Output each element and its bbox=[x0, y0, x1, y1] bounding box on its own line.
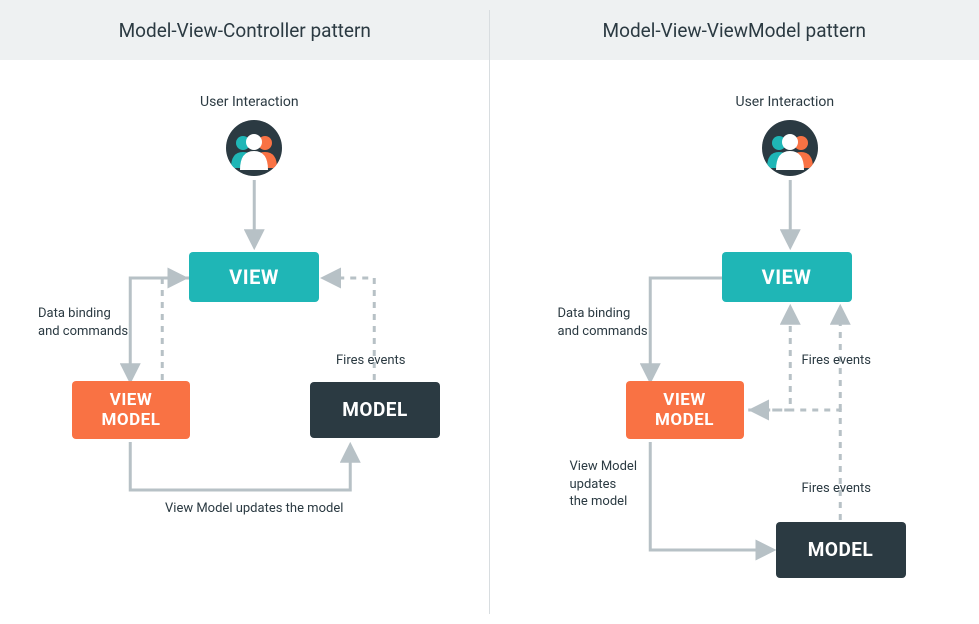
mvvm-binding-label: Data binding and commands bbox=[558, 305, 648, 340]
mvvm-panel: Model-View-ViewModel pattern bbox=[490, 0, 979, 624]
mvvm-viewmodel-box: VIEW MODEL bbox=[626, 381, 744, 439]
mvvm-diagram: User Interaction VIEW VIEW MODEL MODEL D… bbox=[490, 60, 979, 624]
mvvm-fires1-label: Fires events bbox=[802, 352, 872, 370]
mvvm-model-box: MODEL bbox=[776, 522, 906, 578]
mvvm-view-box: VIEW bbox=[722, 252, 852, 302]
mvvm-edges bbox=[490, 60, 979, 624]
mvc-user-label: User Interaction bbox=[200, 94, 299, 110]
mvc-viewmodel-box: VIEW MODEL bbox=[72, 381, 190, 439]
mvc-panel: Model-View-Controller pattern bbox=[0, 0, 490, 624]
mvc-diagram: User Interaction VIEW VIEW MODEL MODEL D… bbox=[0, 60, 490, 624]
mvc-binding-label: Data binding and commands bbox=[38, 305, 128, 340]
mvvm-updates-label: View Model updates the model bbox=[570, 458, 637, 511]
diagram-container: Model-View-Controller pattern bbox=[0, 0, 979, 624]
mvc-fires-label: Fires events bbox=[336, 352, 406, 370]
users-icon bbox=[226, 120, 282, 176]
mvvm-fires2-label: Fires events bbox=[802, 480, 872, 498]
users-icon bbox=[762, 120, 818, 176]
mvc-updates-label: View Model updates the model bbox=[165, 500, 343, 518]
mvvm-user-label: User Interaction bbox=[736, 94, 835, 110]
mvc-view-box: VIEW bbox=[189, 252, 319, 302]
mvc-title: Model-View-Controller pattern bbox=[0, 0, 490, 60]
mvvm-title: Model-View-ViewModel pattern bbox=[490, 0, 979, 60]
mvc-model-box: MODEL bbox=[310, 382, 440, 438]
